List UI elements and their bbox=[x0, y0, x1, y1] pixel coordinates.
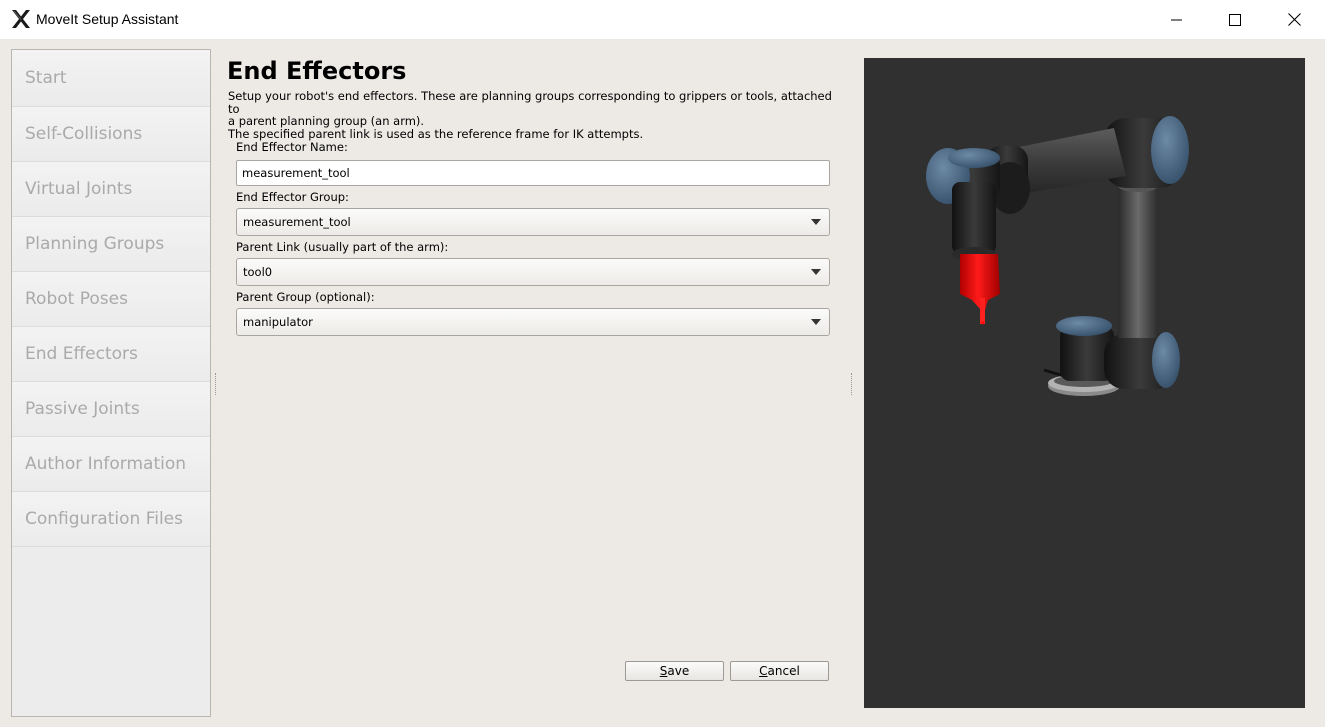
parent-group-value: manipulator bbox=[243, 315, 313, 329]
sidebar-item-label: End Effectors bbox=[25, 344, 138, 364]
minimize-icon bbox=[1171, 19, 1182, 20]
x-logo-icon bbox=[10, 8, 32, 30]
parent-group-select[interactable]: manipulator bbox=[236, 308, 830, 336]
title-bar: MoveIt Setup Assistant bbox=[0, 0, 1325, 40]
sidebar-item-start[interactable]: Start bbox=[12, 50, 210, 107]
parent-link-label: Parent Link (usually part of the arm): bbox=[236, 240, 449, 254]
sidebar-item-self-collisions[interactable]: Self-Collisions bbox=[12, 107, 210, 162]
save-mnemonic: S bbox=[659, 664, 668, 678]
end-effector-group-label: End Effector Group: bbox=[236, 190, 349, 204]
window-title: MoveIt Setup Assistant bbox=[36, 11, 179, 27]
maximize-icon bbox=[1229, 13, 1241, 26]
cancel-label: ancel bbox=[767, 664, 800, 678]
description-line: The specified parent link is used as the… bbox=[228, 126, 644, 141]
sidebar-item-label: Passive Joints bbox=[25, 399, 140, 419]
sidebar-item-end-effectors[interactable]: End Effectors bbox=[12, 327, 210, 382]
end-effector-name-label: End Effector Name: bbox=[236, 140, 348, 154]
save-button[interactable]: Save bbox=[625, 661, 724, 681]
sidebar-item-virtual-joints[interactable]: Virtual Joints bbox=[12, 162, 210, 217]
chevron-down-icon bbox=[811, 269, 821, 275]
sidebar-item-robot-poses[interactable]: Robot Poses bbox=[12, 272, 210, 327]
parent-group-label: Parent Group (optional): bbox=[236, 290, 375, 304]
sidebar-item-label: Robot Poses bbox=[25, 289, 128, 309]
chevron-down-icon bbox=[811, 219, 821, 225]
right-splitter-handle[interactable] bbox=[851, 373, 854, 395]
close-button[interactable] bbox=[1265, 0, 1323, 39]
maximize-button[interactable] bbox=[1206, 0, 1264, 39]
description-line: Setup your robot's end effectors. These … bbox=[228, 89, 832, 116]
sidebar-item-planning-groups[interactable]: Planning Groups bbox=[12, 217, 210, 272]
sidebar-item-author-information[interactable]: Author Information bbox=[12, 437, 210, 492]
cancel-mnemonic: C bbox=[759, 664, 768, 678]
page-title: End Effectors bbox=[227, 57, 407, 85]
description-line: a parent planning group (an arm). bbox=[228, 114, 425, 128]
sidebar-item-label: Virtual Joints bbox=[25, 179, 133, 199]
sidebar-item-label: Self-Collisions bbox=[25, 124, 143, 144]
parent-link-select[interactable]: tool0 bbox=[236, 258, 830, 286]
close-icon bbox=[1287, 13, 1301, 26]
robot-3d-viewport[interactable] bbox=[864, 58, 1305, 708]
sidebar-item-label: Author Information bbox=[25, 454, 187, 474]
parent-link-value: tool0 bbox=[243, 265, 273, 279]
end-effector-name-input[interactable] bbox=[236, 160, 830, 186]
sidebar-item-passive-joints[interactable]: Passive Joints bbox=[12, 382, 210, 437]
minimize-button[interactable] bbox=[1148, 0, 1206, 39]
work-area: Start Self-Collisions Virtual Joints Pla… bbox=[0, 39, 1325, 727]
sidebar-nav: Start Self-Collisions Virtual Joints Pla… bbox=[11, 49, 211, 717]
sidebar-item-configuration-files[interactable]: Configuration Files bbox=[12, 492, 210, 547]
cancel-button[interactable]: Cancel bbox=[730, 661, 829, 681]
chevron-down-icon bbox=[811, 319, 821, 325]
robot-model-render bbox=[926, 116, 1189, 396]
sidebar-item-label: Planning Groups bbox=[25, 234, 165, 254]
sidebar-item-label: Configuration Files bbox=[25, 509, 183, 529]
sidebar-item-label: Start bbox=[25, 68, 67, 88]
left-splitter-handle[interactable] bbox=[215, 373, 218, 395]
save-label: ave bbox=[667, 664, 690, 678]
end-effector-group-select[interactable]: measurement_tool bbox=[236, 208, 830, 236]
end-effector-group-value: measurement_tool bbox=[243, 215, 351, 229]
page-description: Setup your robot's end effectors. These … bbox=[228, 90, 838, 140]
